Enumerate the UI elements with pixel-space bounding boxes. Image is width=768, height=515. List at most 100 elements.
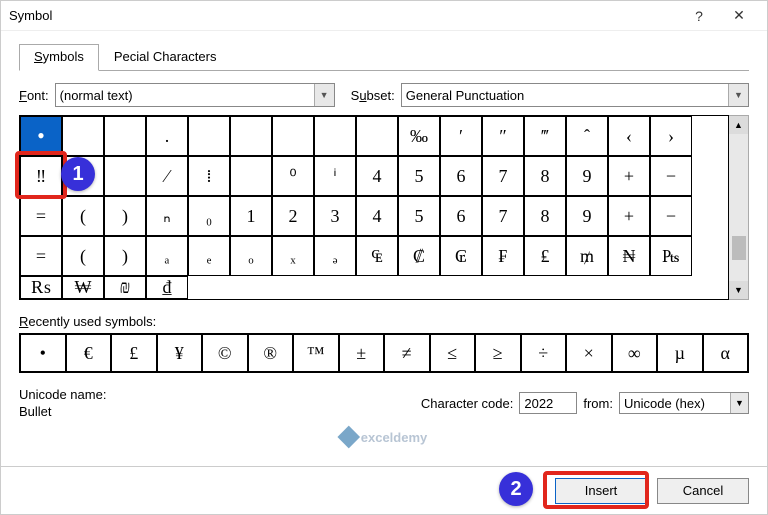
symbol-cell[interactable]: ₀ <box>188 196 230 236</box>
recent-symbol-cell[interactable]: © <box>202 334 248 372</box>
font-combo[interactable]: (normal text) ▼ <box>55 83 335 107</box>
recent-symbol-cell[interactable]: ÷ <box>521 334 567 372</box>
symbol-cell[interactable]: 5 <box>398 196 440 236</box>
symbol-cell[interactable]: • <box>20 116 62 156</box>
symbol-cell[interactable]: ′ <box>440 116 482 156</box>
symbol-cell[interactable]: ‹ <box>608 116 650 156</box>
scroll-thumb[interactable] <box>732 236 746 260</box>
recent-symbol-cell[interactable]: • <box>20 334 66 372</box>
cancel-button[interactable]: Cancel <box>657 478 749 504</box>
symbol-cell[interactable]: + <box>608 156 650 196</box>
symbol-cell[interactable]: 7 <box>482 156 524 196</box>
symbol-cell[interactable]: › <box>650 116 692 156</box>
recent-symbol-cell[interactable]: ± <box>339 334 385 372</box>
symbol-cell[interactable]: 6 <box>440 196 482 236</box>
symbol-cell[interactable]: ₨ <box>20 276 62 299</box>
recent-symbol-cell[interactable]: ® <box>248 334 294 372</box>
symbol-cell[interactable]: 6 <box>440 156 482 196</box>
recent-symbol-cell[interactable]: µ <box>657 334 703 372</box>
symbol-cell[interactable] <box>188 116 230 156</box>
symbol-cell[interactable]: ⁱ <box>314 156 356 196</box>
symbol-cell[interactable]: ₡ <box>398 236 440 276</box>
close-button[interactable]: ✕ <box>719 7 759 24</box>
symbol-cell[interactable]: 9 <box>566 196 608 236</box>
recent-symbol-cell[interactable]: ≥ <box>475 334 521 372</box>
symbol-cell[interactable]: ‰ <box>398 116 440 156</box>
symbol-cell[interactable]: ( <box>62 196 104 236</box>
recent-symbol-cell[interactable]: × <box>566 334 612 372</box>
tab-special-characters[interactable]: Pecial Characters <box>99 44 232 71</box>
recent-symbol-cell[interactable]: £ <box>111 334 157 372</box>
symbol-cell[interactable]: ₓ <box>272 236 314 276</box>
symbol-cell[interactable]: ⁄ <box>146 156 188 196</box>
symbol-cell[interactable]: 3 <box>314 196 356 236</box>
symbol-cell[interactable] <box>272 116 314 156</box>
symbol-cell[interactable]: = <box>20 236 62 276</box>
symbol-cell[interactable] <box>62 116 104 156</box>
recent-symbol-cell[interactable]: α <box>703 334 749 372</box>
recent-label: Recently used symbols: <box>19 314 749 329</box>
subset-combo[interactable]: General Punctuation ▼ <box>401 83 749 107</box>
symbol-cell[interactable]: ⁰ <box>272 156 314 196</box>
symbol-cell[interactable]: ₣ <box>482 236 524 276</box>
symbol-cell[interactable]: 4 <box>356 196 398 236</box>
recent-symbol-cell[interactable]: ≤ <box>430 334 476 372</box>
insert-button[interactable]: Insert <box>555 478 647 504</box>
symbol-cell[interactable]: ) <box>104 236 146 276</box>
recent-symbol-cell[interactable]: ∞ <box>612 334 658 372</box>
symbol-cell[interactable]: ₩ <box>62 276 104 299</box>
symbol-cell[interactable] <box>104 156 146 196</box>
symbol-cell[interactable]: ″ <box>482 116 524 156</box>
symbol-cell[interactable]: 4 <box>356 156 398 196</box>
symbol-cell[interactable]: ₠ <box>356 236 398 276</box>
symbol-cell[interactable]: − <box>650 196 692 236</box>
symbol-cell[interactable]: = <box>20 196 62 236</box>
symbol-cell[interactable]: . <box>146 116 188 156</box>
symbol-cell[interactable]: ₧ <box>650 236 692 276</box>
symbol-cell[interactable]: 5 <box>398 156 440 196</box>
symbol-cell[interactable]: ˆ <box>566 116 608 156</box>
symbol-cell[interactable]: ₥ <box>566 236 608 276</box>
symbol-cell[interactable]: ₦ <box>608 236 650 276</box>
recent-symbol-cell[interactable]: € <box>66 334 112 372</box>
symbol-cell[interactable]: ₢ <box>440 236 482 276</box>
symbol-cell[interactable]: ‴ <box>524 116 566 156</box>
symbol-cell[interactable]: + <box>608 196 650 236</box>
symbol-cell[interactable]: ₐ <box>146 236 188 276</box>
symbol-cell[interactable]: ₒ <box>230 236 272 276</box>
symbol-cell[interactable]: 8 <box>524 196 566 236</box>
symbol-cell[interactable]: 2 <box>272 196 314 236</box>
recent-symbol-cell[interactable]: ≠ <box>384 334 430 372</box>
help-button[interactable]: ? <box>679 8 719 24</box>
recent-symbol-cell[interactable]: ™ <box>293 334 339 372</box>
symbol-cell[interactable]: 7 <box>482 196 524 236</box>
symbol-cell[interactable]: 8 <box>524 156 566 196</box>
charcode-input[interactable] <box>519 392 577 414</box>
symbol-cell[interactable] <box>230 116 272 156</box>
grid-scrollbar[interactable]: ▲ ▼ <box>729 115 749 300</box>
symbol-cell[interactable]: ₙ <box>146 196 188 236</box>
symbol-cell[interactable]: 1 <box>230 196 272 236</box>
symbol-cell[interactable]: ₫ <box>146 276 188 299</box>
scroll-down-icon[interactable]: ▼ <box>729 281 748 299</box>
symbol-cell[interactable]: ₔ <box>314 236 356 276</box>
from-combo[interactable]: Unicode (hex) ▼ <box>619 392 749 414</box>
symbol-cell[interactable]: ( <box>62 236 104 276</box>
symbol-cell[interactable] <box>356 116 398 156</box>
symbol-cell[interactable]: ₪ <box>104 276 146 299</box>
symbol-cell[interactable] <box>314 116 356 156</box>
symbol-cell[interactable] <box>104 116 146 156</box>
recent-symbol-cell[interactable]: ¥ <box>157 334 203 372</box>
symbol-cell[interactable]: ‼ <box>20 156 62 196</box>
symbol-cell[interactable]: ⁞ <box>188 156 230 196</box>
symbol-cell[interactable]: 9 <box>566 156 608 196</box>
symbol-cell[interactable]: − <box>650 156 692 196</box>
font-label: Font: <box>19 88 49 103</box>
symbol-cell[interactable]: ₤ <box>524 236 566 276</box>
symbol-cell[interactable]: ) <box>104 196 146 236</box>
scroll-up-icon[interactable]: ▲ <box>729 116 748 134</box>
symbol-cell[interactable] <box>230 156 272 196</box>
symbol-cell[interactable]: ₑ <box>188 236 230 276</box>
symbol-cell[interactable]: ? <box>62 156 104 196</box>
tab-symbols[interactable]: Symbols <box>19 44 99 71</box>
